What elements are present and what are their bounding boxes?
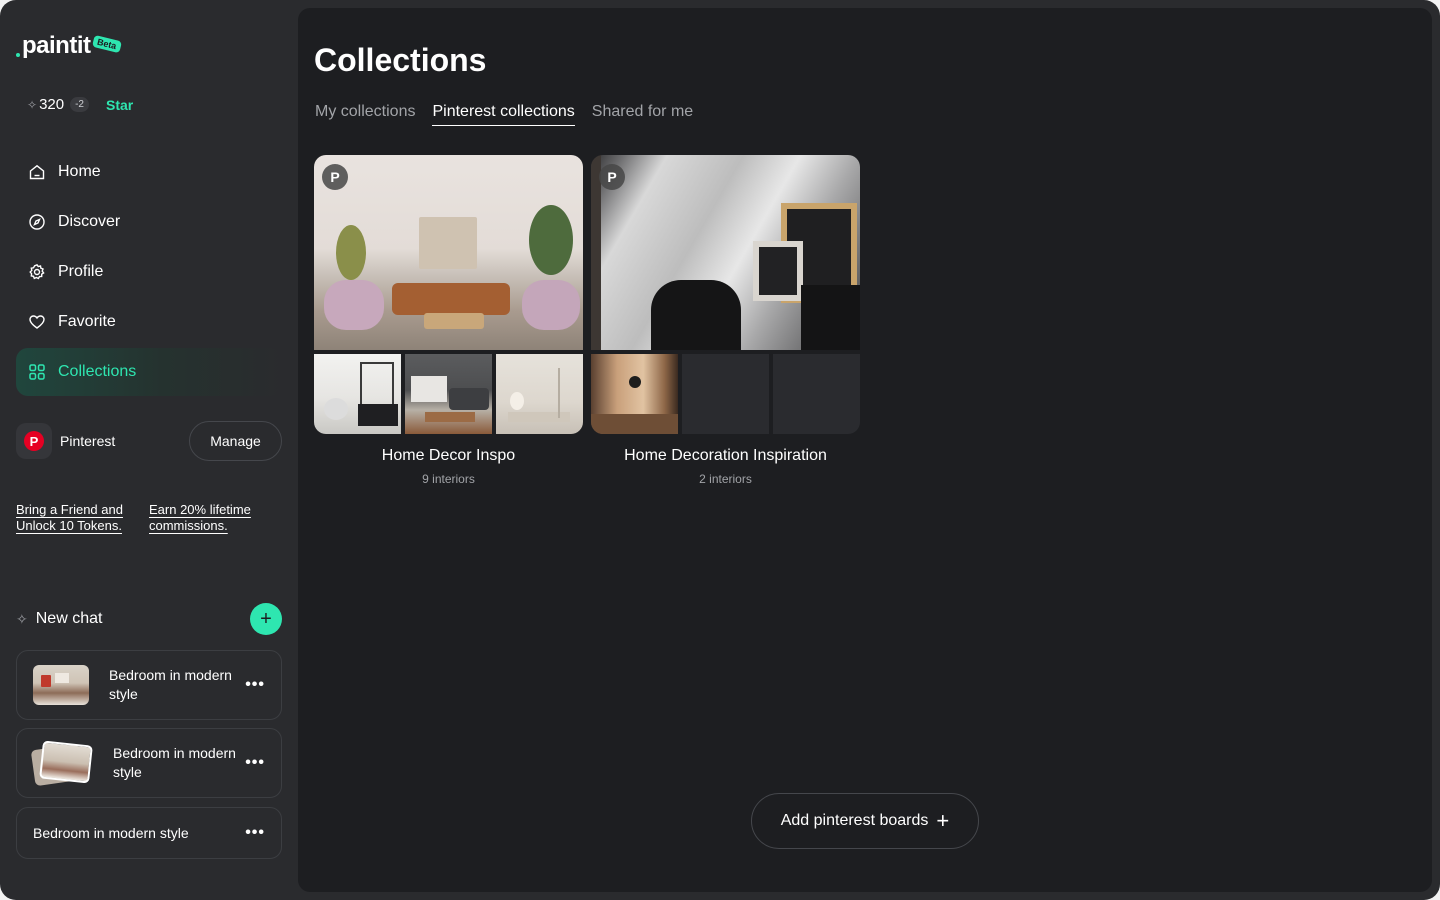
nav-label-profile: Profile — [58, 263, 104, 280]
chat-title: Bedroom in modern style — [109, 667, 232, 702]
collection-thumbnail — [591, 354, 678, 434]
pinterest-badge-icon: P — [322, 164, 348, 190]
chat-item[interactable]: Bedroom in modern style ••• — [16, 807, 282, 859]
collection-name: Home Decoration Inspiration — [624, 447, 827, 464]
plus-icon: + — [260, 607, 272, 630]
collection-cover-image: P — [314, 155, 583, 350]
more-options-icon[interactable]: ••• — [245, 754, 265, 772]
tab-pinterest-collections[interactable]: Pinterest collections — [432, 103, 575, 126]
nav-item-home[interactable]: Home — [16, 148, 282, 196]
tab-my-collections[interactable]: My collections — [315, 103, 415, 126]
collection-thumbnails — [591, 354, 860, 434]
nav-label-discover: Discover — [58, 213, 121, 230]
nav-label-collections: Collections — [58, 363, 137, 380]
token-count: 320 — [39, 96, 65, 113]
collection-card[interactable]: P Home Decor Inspo 9 interiors — [314, 155, 583, 486]
collection-thumbnail — [496, 354, 583, 434]
home-icon — [28, 163, 46, 181]
nav-label-home: Home — [58, 163, 101, 180]
collection-cover-image: P — [591, 155, 860, 350]
logo-text: paintit — [22, 32, 91, 59]
collection-thumbnail — [405, 354, 492, 434]
collection-thumbnails — [314, 354, 583, 434]
new-chat-row: ✧ New chat + — [16, 603, 282, 635]
pinterest-badge-icon: P — [599, 164, 625, 190]
nav-item-discover[interactable]: Discover — [16, 198, 282, 246]
heart-icon — [28, 313, 46, 331]
commission-link[interactable]: Earn 20% lifetime commissions. — [149, 502, 269, 534]
chat-thumbnail-stack — [30, 739, 93, 787]
page-title: Collections — [314, 42, 487, 78]
collection-count: 9 interiors — [422, 472, 475, 486]
empty-thumbnail — [773, 354, 860, 434]
nav-item-favorite[interactable]: Favorite — [16, 298, 282, 346]
nav-item-profile[interactable]: Profile — [16, 248, 282, 296]
collection-thumbnail — [314, 354, 401, 434]
more-options-icon[interactable]: ••• — [245, 676, 265, 694]
grid-icon — [28, 363, 46, 381]
token-delta-badge: -2 — [70, 97, 89, 112]
collection-tabs: My collections Pinterest collections Sha… — [315, 103, 710, 126]
token-balance: ✧ 320 -2 Star — [27, 96, 133, 113]
main-panel: Collections My collections Pinterest col… — [298, 8, 1432, 892]
app-window: paintit Beta ✧ 320 -2 Star Home Discover — [0, 0, 1440, 900]
chat-item[interactable]: Bedroom in modern style ••• — [16, 728, 282, 798]
manage-button[interactable]: Manage — [189, 421, 282, 461]
empty-thumbnail — [682, 354, 769, 434]
chat-thumbnail — [33, 665, 89, 705]
collection-card[interactable]: P Home Decoration Inspiration 2 interior… — [591, 155, 860, 486]
new-chat-label[interactable]: New chat — [36, 610, 103, 628]
sparkle-icon: ✧ — [27, 97, 38, 112]
collection-name: Home Decor Inspo — [381, 447, 516, 464]
main-nav: Home Discover Profile Favorite Collectio… — [16, 148, 282, 398]
chat-title: Bedroom in modern style — [33, 824, 189, 841]
sidebar: paintit Beta ✧ 320 -2 Star Home Discover — [0, 0, 298, 900]
star-link[interactable]: Star — [106, 97, 133, 113]
compass-icon — [28, 213, 46, 231]
new-chat-button[interactable]: + — [250, 603, 282, 635]
collection-count: 2 interiors — [699, 472, 752, 486]
tab-shared-for-me[interactable]: Shared for me — [592, 103, 693, 126]
gear-icon — [28, 263, 46, 281]
beta-badge: Beta — [91, 34, 122, 54]
pinterest-logo-box: P — [16, 423, 52, 459]
chat-item[interactable]: Bedroom in modern style ••• — [16, 650, 282, 720]
pinterest-label: Pinterest — [60, 433, 116, 449]
referral-link[interactable]: Bring a Friend and Unlock 10 Tokens. — [16, 502, 136, 534]
add-pinterest-boards-button[interactable]: Add pinterest boards + — [751, 793, 979, 849]
logo-dot — [16, 53, 20, 57]
paintit-logo[interactable]: paintit Beta — [16, 32, 122, 60]
sparkle-icon: ✧ — [16, 610, 28, 627]
more-options-icon[interactable]: ••• — [245, 824, 265, 842]
pinterest-logo-icon: P — [24, 431, 44, 451]
add-boards-label: Add pinterest boards — [780, 812, 929, 829]
chat-title: Bedroom in modern style — [113, 745, 236, 780]
pinterest-connection: P Pinterest Manage — [16, 421, 282, 461]
plus-icon: + — [936, 808, 950, 833]
nav-label-favorite: Favorite — [58, 313, 116, 330]
nav-item-collections[interactable]: Collections — [16, 348, 282, 396]
